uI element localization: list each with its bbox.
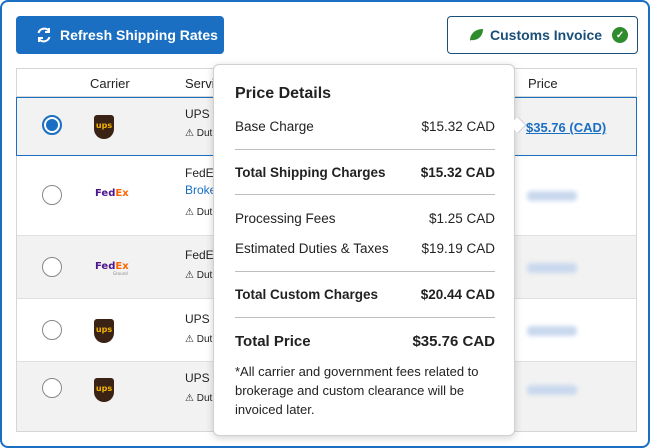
duties-taxes-row: Estimated Duties & Taxes $19.19 CAD xyxy=(235,241,495,256)
customs-invoice-button[interactable]: Customs Invoice ✓ xyxy=(447,16,638,54)
total-shipping-value: $15.32 CAD xyxy=(420,165,495,180)
total-shipping-label: Total Shipping Charges xyxy=(235,165,386,180)
fees-note: *All carrier and government fees related… xyxy=(235,364,479,417)
refresh-button-label: Refresh Shipping Rates xyxy=(60,27,218,43)
base-charge-value: $15.32 CAD xyxy=(421,119,495,134)
brokerage-link[interactable]: Broke xyxy=(185,183,216,197)
divider xyxy=(235,271,495,272)
price-link[interactable]: $35.76 (CAD) xyxy=(526,120,606,135)
column-header-price: Price xyxy=(528,76,558,91)
base-charge-label: Base Charge xyxy=(235,119,314,134)
divider xyxy=(235,317,495,318)
column-header-carrier: Carrier xyxy=(90,76,130,91)
total-custom-value: $20.44 CAD xyxy=(420,287,495,302)
rate-radio[interactable] xyxy=(42,378,62,398)
processing-fees-label: Processing Fees xyxy=(235,211,336,226)
duties-taxes-value: $19.19 CAD xyxy=(421,241,495,256)
total-custom-label: Total Custom Charges xyxy=(235,287,379,302)
total-shipping-row: Total Shipping Charges $15.32 CAD xyxy=(235,165,495,180)
duties-taxes-label: Estimated Duties & Taxes xyxy=(235,241,389,256)
checkmark-icon: ✓ xyxy=(612,27,629,43)
rate-radio[interactable] xyxy=(42,320,62,340)
rate-radio[interactable] xyxy=(42,185,62,205)
rate-radio[interactable] xyxy=(42,257,62,277)
duty-warning: ⚠ Dut xyxy=(185,128,213,139)
ups-logo: ups xyxy=(94,319,114,343)
ups-logo: ups xyxy=(94,115,114,139)
blurred-price xyxy=(527,191,577,201)
popover-title: Price Details xyxy=(235,85,332,102)
ups-logo: ups xyxy=(94,378,114,402)
total-price-row: Total Price $35.76 CAD xyxy=(235,333,495,350)
fedex-ground-logo: FedEx Ground xyxy=(95,261,129,276)
leaf-icon xyxy=(470,29,483,41)
fedex-logo: FedEx xyxy=(95,188,129,199)
divider xyxy=(235,194,495,195)
shipping-rates-panel: Refresh Shipping Rates Customs Invoice ✓… xyxy=(0,0,650,448)
total-custom-row: Total Custom Charges $20.44 CAD xyxy=(235,287,495,302)
blurred-price xyxy=(527,326,577,336)
duty-warning: ⚠ Dut xyxy=(185,334,213,345)
total-price-label: Total Price xyxy=(235,333,311,350)
duty-warning: ⚠ Dut xyxy=(185,270,213,281)
refresh-shipping-rates-button[interactable]: Refresh Shipping Rates xyxy=(16,16,224,54)
price-details-popover: Price Details Base Charge $15.32 CAD Tot… xyxy=(213,64,527,436)
total-price-value: $35.76 CAD xyxy=(412,333,495,350)
processing-fees-row: Processing Fees $1.25 CAD xyxy=(235,211,495,226)
processing-fees-value: $1.25 CAD xyxy=(428,211,495,226)
duty-warning: ⚠ Dut xyxy=(185,393,213,404)
base-charge-row: Base Charge $15.32 CAD xyxy=(235,119,495,134)
blurred-price xyxy=(527,385,577,395)
refresh-icon xyxy=(37,27,51,43)
rate-radio-selected[interactable] xyxy=(42,115,62,135)
column-header-service: Servi xyxy=(185,76,215,91)
blurred-price xyxy=(527,263,577,273)
customs-invoice-label: Customs Invoice xyxy=(490,27,603,43)
divider xyxy=(235,149,495,150)
duty-warning: ⚠ Dut xyxy=(185,207,213,218)
